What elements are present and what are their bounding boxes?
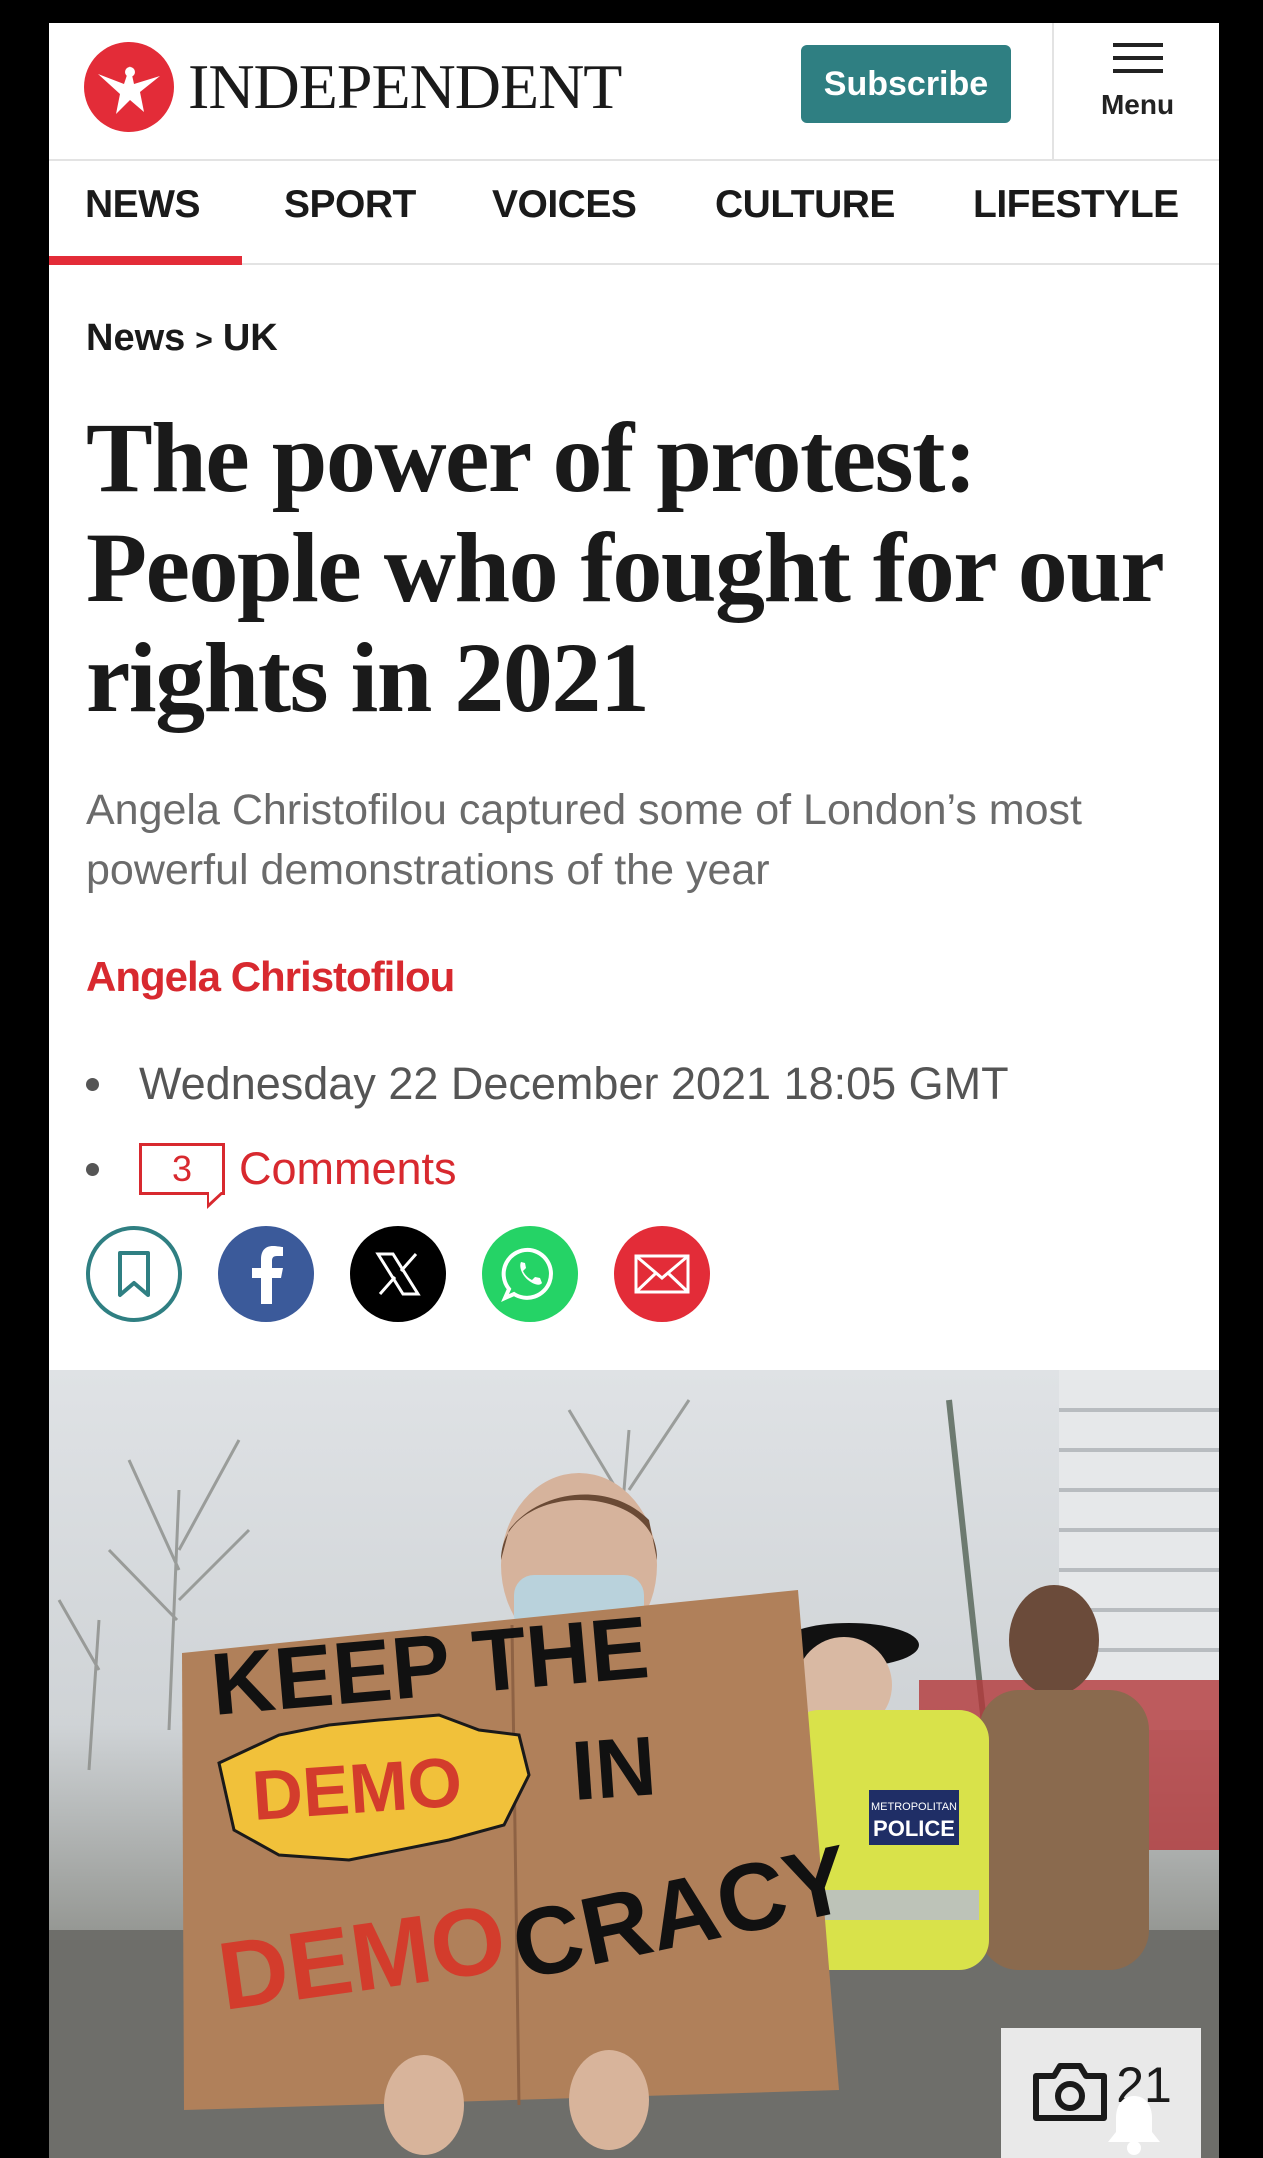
police-badge-line1: METROPOLITAN [871,1801,957,1813]
site-header: INDEPENDENT Subscribe Menu [49,23,1219,161]
section-nav: NEWS SPORT VOICES CULTURE LIFESTYLE [49,161,1219,265]
publish-date: Wednesday 22 December 2021 18:05 GMT [139,1058,1009,1109]
article-standfirst: Angela Christofilou captured some of Lon… [86,786,1082,894]
menu-label: Menu [1100,89,1175,120]
breadcrumb: News > UK [86,317,278,360]
nav-item-lifestyle[interactable]: LIFESTYLE [973,183,1179,227]
camera-icon [1033,2063,1108,2121]
subscribe-button[interactable]: Subscribe [801,45,1011,123]
nav-item-culture[interactable]: CULTURE [715,183,895,227]
nav-item-voices[interactable]: VOICES [492,183,637,227]
logo-wordmark: INDEPENDENT [188,51,622,122]
comment-count-icon: 3 [139,1143,225,1209]
breadcrumb-news[interactable]: News [86,317,185,359]
breadcrumb-separator: > [195,324,213,357]
sign-word-in: IN [569,1718,659,1818]
bullet [86,1077,99,1091]
email-icon[interactable] [614,1226,710,1322]
active-nav-indicator [49,256,242,265]
photo-gallery-button[interactable]: 21 [1001,2028,1201,2158]
x-icon[interactable] [350,1226,446,1322]
article-headline: The power of protest: People who fought … [86,402,1163,733]
nav-item-news[interactable]: NEWS [85,183,201,227]
site-logo[interactable]: INDEPENDENT [84,42,622,132]
author-link[interactable]: Angela Christofilou [86,953,455,1001]
bookmark-icon[interactable] [86,1226,182,1322]
eagle-logo-icon [84,42,174,132]
article-page: INDEPENDENT Subscribe Menu NEWS SPORT VO… [49,23,1219,2158]
breadcrumb-uk[interactable]: UK [223,317,278,359]
protest-sign: KEEP THE DEMO IN DEMO CRACY [182,1590,859,2110]
share-toolbar [86,1226,746,1322]
comments-label: Comments [239,1143,457,1194]
hamburger-menu-icon [1112,43,1163,77]
hero-image[interactable]: METROPOLITAN POLICE KEEP THE DEMO IN DEM… [49,1370,1219,2158]
police-badge-line2: POLICE [873,1816,955,1841]
comment-count: 3 [171,1148,193,1189]
comments-link[interactable]: 3 Comments [86,1143,457,1209]
sign-word-demo-yellow: DEMO [250,1743,465,1835]
nav-item-sport[interactable]: SPORT [284,183,416,227]
facebook-icon[interactable] [218,1226,314,1322]
whatsapp-icon[interactable] [482,1226,578,1322]
menu-button[interactable]: Menu [1052,23,1219,159]
notification-bell-icon[interactable] [1104,2092,1164,2156]
publish-date-row: Wednesday 22 December 2021 18:05 GMT [86,1058,1009,1110]
bullet [86,1162,99,1176]
